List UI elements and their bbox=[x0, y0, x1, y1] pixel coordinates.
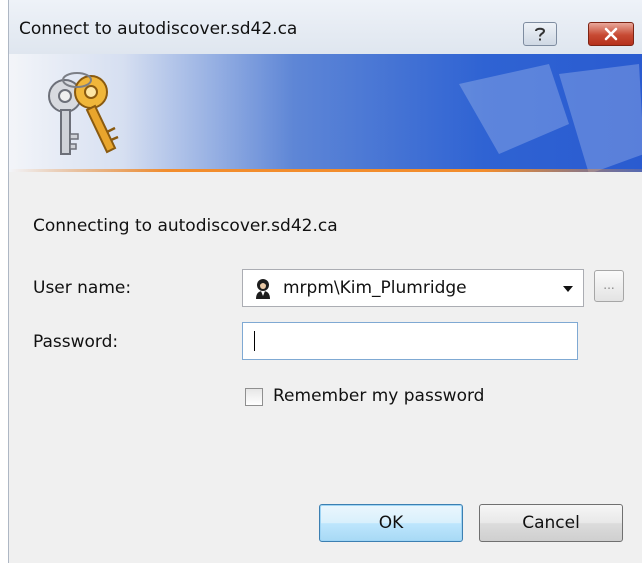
cancel-button[interactable]: Cancel bbox=[479, 504, 623, 542]
chevron-down-icon[interactable] bbox=[563, 286, 573, 292]
user-name-value: mrpm\Kim_Plumridge bbox=[283, 278, 467, 298]
credentials-dialog: Connect to autodiscover.sd42.ca Connecti… bbox=[8, 0, 642, 563]
user-name-combobox[interactable]: mrpm\Kim_Plumridge bbox=[242, 269, 584, 307]
header-banner bbox=[9, 54, 642, 172]
title-bar[interactable]: Connect to autodiscover.sd42.ca bbox=[9, 0, 642, 55]
help-button[interactable] bbox=[523, 22, 557, 46]
close-x-icon bbox=[604, 27, 618, 41]
remember-password-checkbox[interactable] bbox=[245, 388, 263, 406]
user-avatar-icon bbox=[256, 279, 270, 299]
dialog-body: Connecting to autodiscover.sd42.ca User … bbox=[9, 172, 642, 563]
window-title: Connect to autodiscover.sd42.ca bbox=[19, 19, 298, 39]
decorative-background-art bbox=[459, 64, 642, 172]
password-label: Password: bbox=[33, 332, 119, 352]
connecting-text: Connecting to autodiscover.sd42.ca bbox=[33, 216, 338, 236]
text-cursor bbox=[254, 331, 255, 351]
browse-users-button[interactable]: ... bbox=[594, 270, 624, 302]
keys-icon bbox=[48, 72, 119, 155]
password-input[interactable] bbox=[242, 322, 578, 360]
remember-password-label[interactable]: Remember my password bbox=[273, 386, 484, 406]
question-mark-icon bbox=[535, 27, 546, 41]
user-name-label: User name: bbox=[33, 278, 132, 298]
ok-button[interactable]: OK bbox=[319, 504, 463, 542]
close-button[interactable] bbox=[588, 22, 634, 46]
